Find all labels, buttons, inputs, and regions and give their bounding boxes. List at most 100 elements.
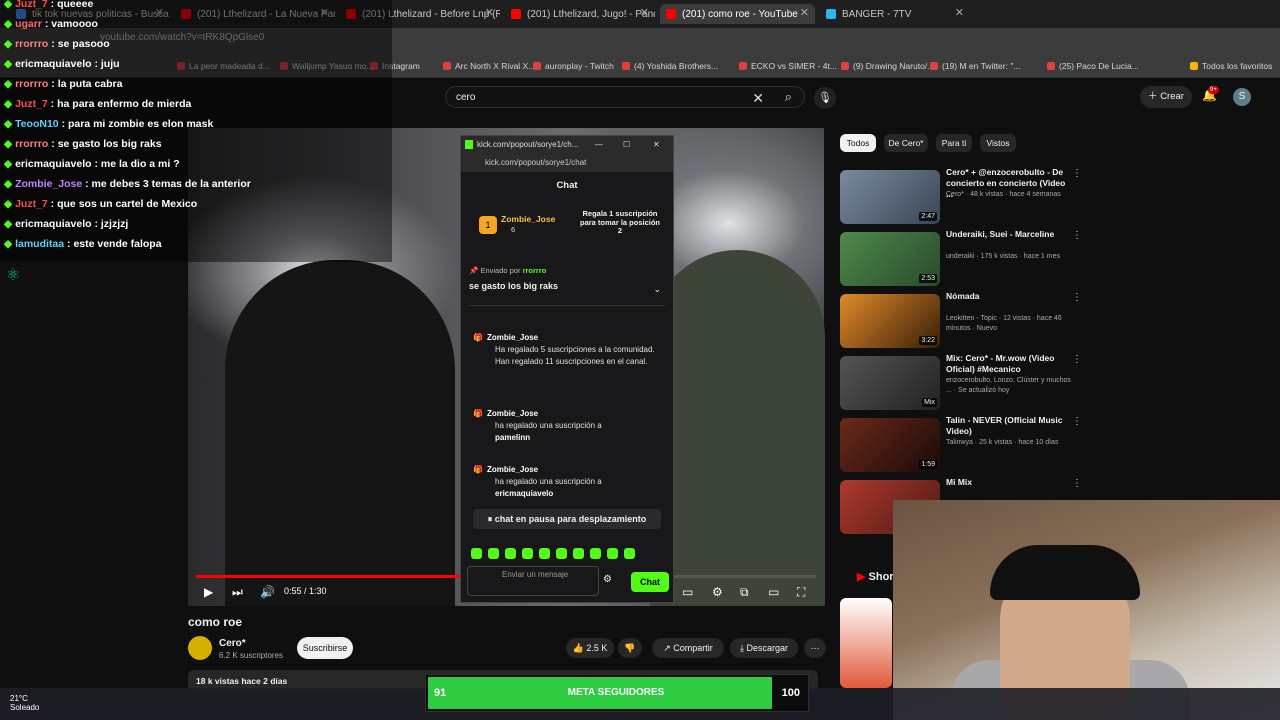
recommendation-thumbnail[interactable]: 3:22 bbox=[840, 294, 940, 348]
more-icon[interactable]: ⋯ bbox=[804, 638, 826, 658]
event-user[interactable]: Zombie_Jose bbox=[487, 465, 538, 474]
gift-prompt[interactable]: Regala 1 suscripción para tomar la posic… bbox=[579, 209, 661, 236]
short-thumbnail[interactable] bbox=[840, 598, 892, 688]
crown-icon: 1 bbox=[479, 216, 497, 234]
miniplayer-icon[interactable]: ⧉ bbox=[740, 585, 749, 600]
chat-input[interactable]: Enviar un mensaje bbox=[467, 566, 599, 596]
next-icon[interactable]: ⏭ bbox=[232, 585, 243, 600]
browser-tab[interactable]: (201) Lthelizard, Jugo! - Pandem✕ bbox=[505, 4, 655, 24]
subscription-event: 🎁 Zombie_Jose ha regalado una suscripción … bbox=[473, 464, 663, 500]
volume-icon[interactable]: 🔊 bbox=[260, 585, 275, 599]
separator: : bbox=[91, 158, 101, 170]
overlay-chat-text: queeee bbox=[57, 0, 94, 10]
overlay-chat-message: ◆ Juzt_7 : ha para enfermo de mierda bbox=[4, 98, 191, 110]
maximize-icon[interactable]: ☐ bbox=[623, 136, 630, 154]
send-chat-button[interactable]: Chat bbox=[631, 572, 669, 592]
dislike-button[interactable]: 👎 bbox=[618, 638, 642, 658]
popup-url[interactable]: kick.com/popout/sorye1/chat bbox=[461, 154, 673, 172]
bookmark-icon bbox=[1190, 62, 1198, 70]
separator: : bbox=[91, 218, 101, 230]
close-tab-icon[interactable]: ✕ bbox=[485, 6, 494, 19]
separator: : bbox=[82, 178, 92, 190]
bookmark-item[interactable]: (4) Yoshida Brothers... bbox=[622, 61, 718, 71]
weather-temp: 21°C bbox=[10, 694, 28, 703]
bookmark-label: auronplay - Twitch bbox=[545, 61, 614, 71]
recommendation-title[interactable]: Underaiki, Suei - Marceline bbox=[946, 229, 1071, 240]
bookmark-label: (9) Drawing Naruto/... bbox=[853, 61, 935, 71]
more-icon[interactable]: ⋮ bbox=[1072, 292, 1082, 303]
recommendation-title[interactable]: Mi Mix bbox=[946, 477, 1071, 488]
bookmark-item[interactable]: Arc North X Rival X... bbox=[443, 61, 535, 71]
video-person-left bbox=[225, 260, 455, 606]
mic-icon[interactable]: 🎙 bbox=[814, 87, 836, 109]
weather-widget[interactable]: 21°C Soleado bbox=[10, 694, 39, 712]
badge-icon: ◆ bbox=[4, 0, 13, 10]
close-icon[interactable]: ✕ bbox=[653, 136, 660, 154]
like-button[interactable]: 👍 2.5 K bbox=[566, 638, 614, 658]
search-value: cero bbox=[456, 92, 476, 103]
theater-icon[interactable]: ▭ bbox=[768, 585, 779, 599]
channel-avatar[interactable] bbox=[188, 636, 212, 660]
more-icon[interactable]: ⋮ bbox=[1072, 168, 1082, 179]
download-button[interactable]: ⤓ Descargar bbox=[730, 638, 798, 658]
goal-label: META SEGUIDORES bbox=[567, 687, 665, 698]
bookmark-item[interactable]: ECKO vs SIMER - 4t... bbox=[739, 61, 837, 71]
filter-chip[interactable]: Para ti bbox=[936, 134, 972, 152]
recommendation-thumbnail[interactable]: 2:53 bbox=[840, 232, 940, 286]
goal-target: 100 bbox=[781, 687, 800, 699]
bookmark-item[interactable]: (25) Paco De Lucia... bbox=[1047, 61, 1139, 71]
recommendation-thumbnail[interactable]: 1:59 bbox=[840, 418, 940, 472]
more-icon[interactable]: ⋮ bbox=[1072, 416, 1082, 427]
play-icon[interactable]: ▶ bbox=[204, 585, 213, 599]
favicon-icon bbox=[511, 9, 521, 19]
more-icon[interactable]: ⋮ bbox=[1072, 354, 1082, 365]
chat-paused-label: chat en pausa para desplazamiento bbox=[494, 514, 647, 524]
bookmark-item[interactable]: Todos los favoritos bbox=[1190, 61, 1272, 71]
subscribe-button[interactable]: Suscribirse bbox=[297, 637, 353, 659]
gear-icon[interactable]: ⚙ bbox=[603, 574, 612, 585]
recommendation-meta: Talinwya · 25 k vistas · hace 10 días bbox=[946, 439, 1059, 446]
recommendation-title[interactable]: Mix: Cero* - Mr.wow (Video Oficial) #Mec… bbox=[946, 353, 1071, 375]
badge-icon: ◆ bbox=[4, 178, 13, 190]
close-tab-icon[interactable]: ✕ bbox=[640, 6, 649, 19]
recommendation-thumbnail[interactable]: 2:47 bbox=[840, 170, 940, 224]
search-input[interactable]: cero ✕ ⌕ bbox=[445, 86, 805, 108]
top-gifter-card[interactable]: 1 Zombie_Jose 6 Regala 1 suscripción par… bbox=[479, 209, 660, 248]
bookmark-item[interactable]: auronplay - Twitch bbox=[533, 61, 614, 71]
chevron-down-icon[interactable]: ⌄ bbox=[653, 284, 661, 295]
search-icon[interactable]: ⌕ bbox=[785, 89, 792, 105]
captions-icon[interactable]: ▭ bbox=[682, 585, 693, 599]
chat-input-placeholder: Enviar un mensaje bbox=[502, 570, 569, 579]
bookmark-item[interactable]: (9) Drawing Naruto/... bbox=[841, 61, 934, 71]
event-target[interactable]: pamelinn bbox=[473, 432, 663, 444]
fullscreen-icon[interactable]: ⛶ bbox=[797, 585, 805, 600]
event-user[interactable]: Zombie_Jose bbox=[487, 409, 538, 418]
recommendation-title[interactable]: Nómada bbox=[946, 291, 1071, 302]
event-user[interactable]: Zombie_Jose bbox=[487, 333, 538, 342]
filter-chip[interactable]: Vistos bbox=[980, 134, 1016, 152]
pinned-message[interactable]: 📌 Enviado por rrorrro se gasto los big r… bbox=[469, 266, 665, 306]
overlay-chat-text: juju bbox=[100, 58, 120, 70]
filter-chip[interactable]: De Cero* bbox=[884, 134, 928, 152]
channel-name[interactable]: Cero* bbox=[219, 638, 246, 649]
bookmark-item[interactable]: (19) M en Twitter: "... bbox=[930, 61, 1020, 71]
video-time: 0:55 / 1:30 bbox=[284, 586, 327, 596]
browser-tab[interactable]: (201) como roe - YouTube ✕ bbox=[660, 4, 815, 24]
minimize-icon[interactable]: — bbox=[595, 136, 603, 154]
settings-icon[interactable]: ⚙ bbox=[712, 585, 723, 599]
more-icon[interactable]: ⋮ bbox=[1072, 478, 1082, 489]
browser-tab[interactable]: BANGER - 7TV ✕ bbox=[820, 4, 970, 24]
close-tab-icon[interactable]: ✕ bbox=[800, 6, 809, 19]
chat-paused-button[interactable]: ⏸ chat en pausa para desplazamiento bbox=[473, 509, 661, 529]
recommendation-thumbnail[interactable]: Mix bbox=[840, 356, 940, 410]
filter-chip[interactable]: Todos bbox=[840, 134, 876, 152]
clear-icon[interactable]: ✕ bbox=[752, 90, 764, 107]
share-button[interactable]: ↗ Compartir bbox=[652, 638, 724, 658]
recommendation-title[interactable]: Talin - NEVER (Official Music Video) bbox=[946, 415, 1071, 437]
event-target[interactable]: ericmaquiavelo bbox=[473, 488, 663, 500]
more-icon[interactable]: ⋮ bbox=[1072, 230, 1082, 241]
create-button[interactable]: ＋ Crear bbox=[1140, 86, 1192, 108]
account-avatar[interactable]: S bbox=[1233, 88, 1251, 106]
close-tab-icon[interactable]: ✕ bbox=[955, 6, 964, 19]
emote-bar[interactable] bbox=[471, 546, 665, 560]
